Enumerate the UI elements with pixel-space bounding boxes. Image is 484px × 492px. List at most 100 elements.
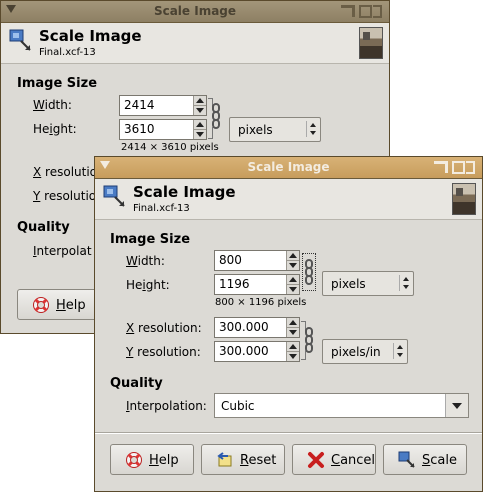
height-spinbox[interactable]: 1196 [214,274,300,295]
y-res-spin-arrows[interactable] [286,342,299,361]
interpolation-value: Cubic [221,399,255,413]
title-bar[interactable]: Scale Image [95,157,482,179]
maximize-icon[interactable] [452,161,465,174]
width-label-text: idth: [44,98,72,112]
dropdown-arrow-icon[interactable] [445,394,468,417]
interp-label-text: nterpolation: [129,399,207,413]
cancel-button[interactable]: Cancel [292,444,376,475]
image-size-heading: Image Size [17,76,98,91]
width-mnemonic: W [126,254,138,268]
scale-button-label: Scale [422,453,457,468]
image-thumbnail [359,27,383,59]
width-value: 2414 [124,98,155,112]
interpolation-label: Interpolation: [126,399,207,413]
height-label: Height: [33,122,77,136]
width-spin-arrows[interactable] [193,96,206,115]
x-res-mnemonic: X [126,321,135,335]
scale-image-icon [9,29,31,51]
height-spin-arrows[interactable] [193,120,206,139]
res-chain-bracket-bottom [301,350,306,360]
chain-bracket-bottom [208,127,213,139]
window-title: Scale Image [153,4,237,18]
reset-button-label: Reset [240,453,277,468]
x-res-mnemonic: X [33,165,42,179]
scale-button[interactable]: Scale [383,444,467,475]
reset-icon [217,452,232,467]
scale-image-icon [398,451,415,468]
button-separator [95,432,482,434]
size-note: 800 × 1196 pixels [215,297,307,308]
x-res-label-text: resolutio [41,165,98,179]
x-resolution-label: X resolutio [33,165,97,179]
help-button[interactable]: Help [17,289,99,320]
quality-heading: Quality [110,376,163,391]
lifebuoy-icon [126,452,142,468]
height-label-text: ght: [52,122,77,136]
resolution-unit-select[interactable]: pixels/in [322,339,408,364]
header-subtitle: Final.xcf-13 [39,47,96,58]
maximize-icon[interactable] [359,5,372,18]
height-spinbox[interactable]: 3610 [119,119,207,140]
shade-icon[interactable] [341,5,355,17]
height-spin-arrows[interactable] [286,275,299,294]
x-resolution-value: 300.000 [219,320,269,334]
height-label-pre: He [126,278,143,292]
dialog-header: Scale Image Final.xcf-13 [95,179,482,220]
height-value: 3610 [124,122,155,136]
interpolation-select[interactable]: Cubic [214,393,469,418]
select-arrows-icon [393,343,403,359]
title-bar[interactable]: Scale Image [1,1,389,23]
close-icon[interactable] [373,5,382,18]
header-title: Scale Image [133,183,236,201]
size-note: 2414 × 3610 pixels [121,142,219,153]
header-subtitle: Final.xcf-13 [133,203,190,214]
y-resolution-spinbox[interactable]: 300.000 [214,341,300,362]
height-label-text: ght: [145,278,170,292]
width-label-text: idth: [137,254,165,268]
interpolation-label: Interpolat [33,244,92,258]
height-value: 1196 [219,277,250,291]
size-unit-select[interactable]: pixels [322,271,414,296]
shade-icon[interactable] [434,161,448,173]
select-arrows-icon [306,121,316,137]
x-res-spin-arrows[interactable] [286,318,299,337]
y-res-label-text: resolution: [133,345,201,359]
x-res-label-text: resolution: [134,321,202,335]
dialog-header: Scale Image Final.xcf-13 [1,23,389,64]
width-spinbox[interactable]: 2414 [119,95,207,116]
size-unit-value: pixels [238,123,273,137]
cancel-button-label: Cancel [331,453,376,468]
y-resolution-label: Y resolution: [126,345,201,359]
width-label: Width: [126,254,165,268]
image-thumbnail [452,183,476,215]
window-controls [428,160,478,175]
help-button-label: Help [56,298,86,313]
width-spinbox[interactable]: 800 [214,250,300,271]
y-res-label-text: resolutio [40,189,97,203]
scale-image-dialog: Scale Image Scale Image Final.xcf-13 Ima… [94,156,483,492]
reset-button[interactable]: Reset [201,444,285,475]
interp-label-text: nterpolat [36,244,92,258]
width-spin-arrows[interactable] [286,251,299,270]
select-arrows-icon [399,275,409,291]
width-mnemonic: W [33,98,45,112]
size-unit-select[interactable]: pixels [229,117,321,142]
header-title: Scale Image [39,27,142,45]
scale-image-icon [103,185,125,207]
height-label-pre: He [33,122,50,136]
close-icon[interactable] [466,161,475,174]
cancel-x-icon [308,452,324,468]
window-controls [335,4,385,19]
chain-link-icon [304,259,316,287]
quality-heading: Quality [17,220,70,235]
width-label: Width: [33,98,72,112]
x-resolution-label: X resolution: [126,321,202,335]
width-value: 800 [219,253,242,267]
height-label: Height: [126,278,170,292]
window-title: Scale Image [247,160,330,174]
x-resolution-spinbox[interactable]: 300.000 [214,317,300,338]
y-resolution-label: Y resolutio [33,189,96,203]
help-button-label: Help [149,453,179,468]
help-button[interactable]: Help [110,444,194,475]
y-resolution-value: 300.000 [219,344,269,358]
